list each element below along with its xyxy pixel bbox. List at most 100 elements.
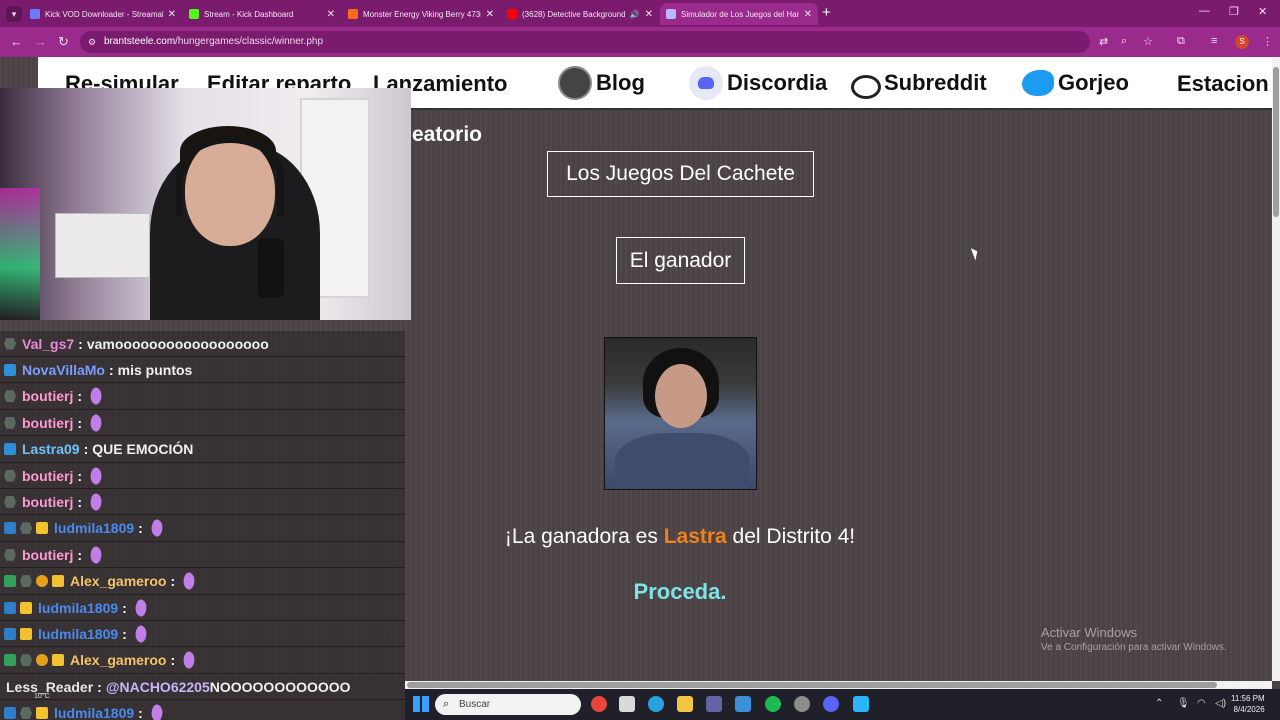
volume-icon[interactable]: ◁)	[1215, 698, 1226, 709]
file-explorer-taskbar-icon[interactable]	[677, 696, 693, 712]
chat-emote-icon	[87, 492, 105, 512]
chat-separator: :	[78, 335, 83, 352]
gem-badge-icon	[4, 654, 16, 667]
wifi-icon[interactable]: ◠	[1197, 698, 1206, 709]
winner-photo	[604, 337, 757, 490]
chat-message: Val_gs7: vamoooooooooooooooooo	[0, 331, 405, 357]
webcam-overlay	[0, 88, 411, 320]
nav-subreddit[interactable]: Subreddit	[846, 66, 987, 100]
tab-close-icon[interactable]: ✕	[486, 9, 494, 20]
chat-text: vamoooooooooooooooooo	[86, 335, 269, 352]
maximize-button[interactable]: ❐	[1229, 5, 1239, 18]
chrome-taskbar-icon[interactable]	[591, 696, 607, 712]
tab-close-icon[interactable]: ✕	[168, 9, 176, 20]
profile-avatar[interactable]: S	[1235, 35, 1249, 49]
app-taskbar-icon[interactable]	[853, 696, 869, 712]
chat-username[interactable]: boutierj	[22, 388, 73, 404]
chat-message: ludmila1809:	[0, 621, 405, 648]
tab-close-icon[interactable]: ✕	[804, 9, 812, 20]
address-bar-row: ← → ↻ ⚙ brantsteele.com/hungergames/clas…	[0, 27, 1280, 57]
chat-message: ludmila1809:	[0, 516, 405, 542]
activate-title: Activar Windows	[1041, 625, 1138, 640]
tab-title: Simulador de Los Juegos del Ham	[681, 9, 799, 19]
zoom-icon[interactable]: ⌕	[1121, 35, 1127, 48]
store-taskbar-icon[interactable]	[619, 696, 635, 712]
tab-audio-icon[interactable]: 🔊	[630, 10, 640, 19]
browser-tab[interactable]: (3628) Detective Background 🔊 ✕	[501, 3, 659, 25]
browser-tab[interactable]: Simulador de Los Juegos del Ham ✕	[660, 3, 818, 25]
chat-mention[interactable]: @NACHO62205	[106, 679, 210, 695]
taskbar-search[interactable]: ⌕ Buscar	[435, 694, 581, 715]
nav-discordia-label: Discordia	[727, 70, 828, 95]
chat-username[interactable]: NovaVillaMo	[22, 362, 105, 378]
microphone-icon[interactable]: 🎙	[1177, 698, 1190, 709]
browser-tab[interactable]: Stream - Kick Dashboard ✕	[183, 3, 341, 25]
chat-username[interactable]: boutierj	[22, 468, 73, 484]
nav-discordia[interactable]: Discordia	[689, 66, 827, 100]
mouse-cursor-icon	[970, 246, 981, 261]
browser-tab[interactable]: Kick VOD Downloader - Streamak ✕	[24, 3, 182, 25]
chat-username[interactable]: Alex_gameroo	[70, 573, 166, 589]
tab-favicon-icon	[30, 9, 40, 19]
chat-username[interactable]: ludmila1809	[54, 705, 134, 720]
tab-search-button[interactable]: ▾	[6, 6, 22, 22]
chat-separator: :	[77, 546, 83, 563]
bookmark-star-icon[interactable]: ☆	[1143, 35, 1153, 48]
tab-close-icon[interactable]: ✕	[327, 9, 335, 20]
forward-button[interactable]: →	[34, 34, 47, 49]
media-control-icon[interactable]: ≡	[1211, 35, 1217, 47]
tab-favicon-icon	[348, 9, 358, 19]
chat-username[interactable]: ludmila1809	[38, 626, 118, 642]
tab-title: (3628) Detective Background	[522, 9, 625, 19]
chat-username[interactable]: Val_gs7	[22, 336, 74, 352]
site-info-icon[interactable]: ⚙	[88, 31, 96, 53]
minimize-button[interactable]: —	[1199, 5, 1210, 17]
chat-emote-icon	[132, 624, 150, 644]
new-tab-button[interactable]: +	[822, 4, 831, 21]
close-window-button[interactable]: ✕	[1258, 5, 1267, 18]
chat-username[interactable]: boutierj	[22, 415, 73, 431]
taskbar-clock[interactable]: 11:56 PM 8/4/2026	[1231, 693, 1265, 715]
nav-blog[interactable]: Blog	[558, 66, 645, 100]
chat-username[interactable]: ludmila1809	[54, 520, 134, 536]
url-host: brantsteele.com	[104, 36, 176, 47]
chat-separator: :	[77, 493, 83, 510]
settings-taskbar-icon[interactable]	[794, 696, 810, 712]
winner-suffix: del Distrito 4!	[726, 525, 856, 548]
tray-chevron-icon[interactable]: ⌃	[1155, 698, 1163, 709]
url-field[interactable]: ⚙ brantsteele.com/hungergames/classic/wi…	[80, 31, 1090, 53]
chat-emote-icon	[180, 571, 198, 591]
nav-estacion[interactable]: Estacion	[1177, 71, 1269, 97]
chat-username[interactable]: Alex_gameroo	[70, 652, 166, 668]
tab-close-icon[interactable]: ✕	[645, 9, 653, 20]
reload-button[interactable]: ↻	[58, 34, 69, 50]
back-button[interactable]: ←	[10, 34, 23, 49]
vertical-scrollbar[interactable]	[1272, 57, 1280, 681]
chat-username[interactable]: ludmila1809	[38, 600, 118, 616]
browser-tab[interactable]: Monster Energy Viking Berry 473m ✕	[342, 3, 500, 25]
nav-gorjeo[interactable]: Gorjeo	[1020, 66, 1129, 100]
section-title-box: El ganador	[616, 237, 745, 284]
extensions-icon[interactable]: ⧉	[1177, 35, 1185, 48]
teams-taskbar-icon[interactable]	[706, 696, 722, 712]
mail-taskbar-icon[interactable]	[735, 696, 751, 712]
translate-icon[interactable]: ⇄	[1099, 35, 1108, 48]
edge-taskbar-icon[interactable]	[648, 696, 664, 712]
num-badge-icon	[36, 654, 48, 667]
cube-badge-icon	[4, 363, 16, 376]
winner-name: Lastra	[663, 525, 727, 548]
tab-title: Monster Energy Viking Berry 473m	[363, 9, 481, 19]
menu-kebab-icon[interactable]: ⋮	[1262, 35, 1273, 48]
spotify-taskbar-icon[interactable]	[765, 696, 781, 712]
kick-badge-icon	[4, 495, 16, 508]
chat-username[interactable]: Lastra09	[22, 441, 80, 457]
chat-message: ludmila1809:	[0, 701, 405, 720]
chat-username[interactable]: boutierj	[22, 494, 73, 510]
discord-taskbar-icon[interactable]	[823, 696, 839, 712]
horizontal-scrollbar[interactable]	[405, 681, 1272, 689]
weather-widget[interactable]: 10°C	[0, 689, 60, 720]
start-button[interactable]	[413, 696, 429, 712]
chat-username[interactable]: boutierj	[22, 547, 73, 563]
clock-time: 11:56 PM	[1231, 694, 1265, 703]
chat-separator: :	[83, 441, 89, 458]
